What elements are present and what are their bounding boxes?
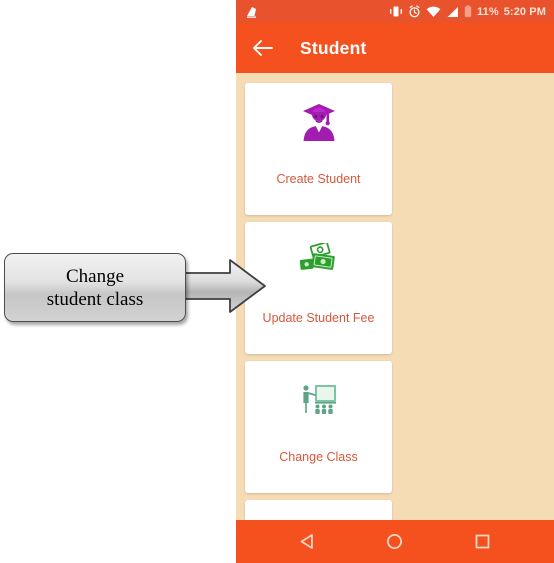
callout-arrow xyxy=(174,259,266,313)
signal-icon xyxy=(447,6,458,17)
callout-line-1: Change xyxy=(65,265,125,287)
alarm-icon xyxy=(409,5,420,18)
status-bar-left xyxy=(245,5,260,19)
card-change-class[interactable]: Change Class xyxy=(245,361,392,493)
back-button[interactable] xyxy=(250,35,276,61)
nav-home-button[interactable] xyxy=(378,525,412,559)
classroom-teacher-icon xyxy=(293,378,345,424)
wifi-icon xyxy=(426,6,441,17)
menu-grid: Create Student Update Student Fee Change… xyxy=(236,73,554,563)
graduate-student-icon xyxy=(293,100,345,146)
nav-back-button[interactable] xyxy=(291,525,325,559)
triangle-back-icon xyxy=(300,534,314,549)
callout-text: Change student class xyxy=(47,265,144,311)
app-notification-icon xyxy=(247,6,256,18)
vibrate-icon xyxy=(390,6,402,17)
nav-recents-button[interactable] xyxy=(465,525,499,559)
page-title: Student xyxy=(300,37,367,58)
money-cash-icon xyxy=(293,239,345,285)
card-label: Change Class xyxy=(279,450,358,464)
square-recents-icon xyxy=(475,534,490,549)
status-bar: 11% 5:20 PM xyxy=(236,0,554,23)
android-navigation-bar xyxy=(236,520,554,563)
back-arrow-icon xyxy=(253,40,273,56)
battery-icon xyxy=(464,5,472,18)
battery-percent: 11% xyxy=(477,5,499,18)
app-bar: Student xyxy=(236,23,554,73)
card-create-student[interactable]: Create Student xyxy=(245,83,392,215)
status-clock: 5:20 PM xyxy=(503,5,546,18)
card-label: Create Student xyxy=(276,172,361,186)
callout-line-2: student class xyxy=(46,288,144,310)
callout-box: Change student class xyxy=(4,253,186,322)
status-bar-right: 11% 5:20 PM xyxy=(389,5,546,18)
circle-home-icon xyxy=(387,534,403,549)
phone-screenshot: 11% 5:20 PM Student Create Student Updat… xyxy=(236,0,554,563)
